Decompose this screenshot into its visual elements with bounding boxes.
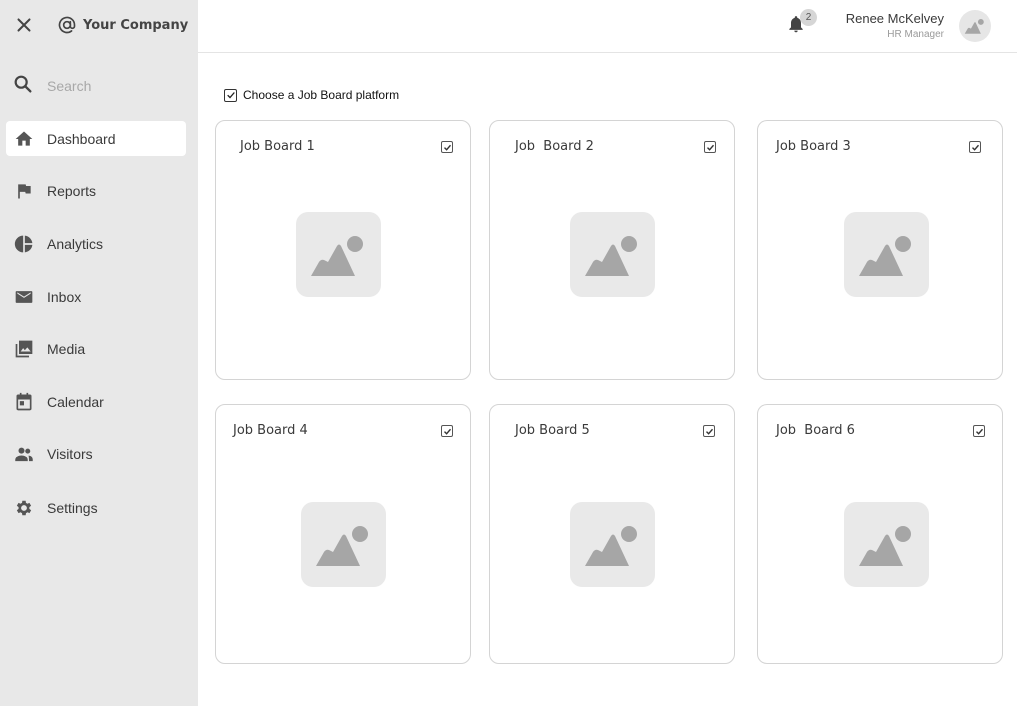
card-title: Job Board 6 xyxy=(776,423,855,438)
image-placeholder xyxy=(570,212,655,297)
calendar-icon xyxy=(13,391,35,413)
image-placeholder-icon xyxy=(858,525,911,566)
checkbox-icon xyxy=(224,88,237,102)
card-checkbox[interactable] xyxy=(704,141,716,153)
sidebar-item-calendar[interactable]: Calendar xyxy=(6,384,186,419)
user-name: Renee McKelvey xyxy=(845,11,944,26)
sidebar: Your Company Dashboard Reports Analytics… xyxy=(0,0,198,706)
photo-library-icon xyxy=(13,338,35,360)
image-placeholder-icon xyxy=(310,235,363,276)
card-checkbox[interactable] xyxy=(703,425,715,437)
close-icon[interactable] xyxy=(13,14,35,36)
people-icon xyxy=(13,443,35,465)
search-icon xyxy=(12,73,34,100)
image-placeholder xyxy=(844,502,929,587)
company-name: Your Company xyxy=(83,17,189,33)
sidebar-item-dashboard[interactable]: Dashboard xyxy=(6,121,186,156)
sidebar-item-label: Inbox xyxy=(47,288,82,305)
image-placeholder-icon xyxy=(964,19,984,34)
sidebar-item-media[interactable]: Media xyxy=(6,331,186,366)
card-title: Job Board 2 xyxy=(515,139,594,154)
top-bar: 2 Renee McKelvey HR Manager xyxy=(198,0,1017,53)
job-board-card-6[interactable]: Job Board 6 xyxy=(757,404,1003,664)
sidebar-item-label: Reports xyxy=(47,182,97,199)
sidebar-item-reports[interactable]: Reports xyxy=(6,173,186,208)
sidebar-item-label: Calendar xyxy=(47,393,104,410)
flag-icon xyxy=(13,180,35,202)
search-input[interactable] xyxy=(47,78,167,94)
choose-label: Choose a Job Board platform xyxy=(243,88,400,102)
image-placeholder-icon xyxy=(858,235,911,276)
card-title: Job Board 4 xyxy=(233,423,308,438)
card-checkbox[interactable] xyxy=(441,425,453,437)
card-title: Job Board 5 xyxy=(515,423,590,438)
job-board-card-2[interactable]: Job Board 2 xyxy=(489,120,735,380)
card-checkbox[interactable] xyxy=(441,141,453,153)
sidebar-header: Your Company xyxy=(0,0,198,50)
image-placeholder xyxy=(570,502,655,587)
avatar[interactable] xyxy=(959,10,991,42)
sidebar-item-label: Settings xyxy=(47,499,98,516)
image-placeholder-icon xyxy=(584,235,637,276)
image-placeholder xyxy=(844,212,929,297)
at-sign-icon xyxy=(57,15,77,35)
notification-badge: 2 xyxy=(800,9,817,26)
sidebar-item-label: Visitors xyxy=(47,445,93,462)
gear-icon xyxy=(13,497,35,519)
sidebar-item-inbox[interactable]: Inbox xyxy=(6,279,186,314)
card-checkbox[interactable] xyxy=(969,141,981,153)
card-title: Job Board 3 xyxy=(776,139,851,154)
image-placeholder xyxy=(296,212,381,297)
job-board-card-4[interactable]: Job Board 4 xyxy=(215,404,471,664)
sidebar-item-settings[interactable]: Settings xyxy=(6,490,186,525)
home-icon xyxy=(13,128,35,150)
image-placeholder xyxy=(301,502,386,587)
pie-chart-icon xyxy=(13,233,35,255)
job-board-card-5[interactable]: Job Board 5 xyxy=(489,404,735,664)
job-board-card-3[interactable]: Job Board 3 xyxy=(757,120,1003,380)
sidebar-item-visitors[interactable]: Visitors xyxy=(6,436,186,471)
image-placeholder-icon xyxy=(315,525,368,566)
sidebar-item-label: Analytics xyxy=(47,235,104,252)
sidebar-item-label: Media xyxy=(47,340,86,357)
brand[interactable]: Your Company xyxy=(57,14,188,36)
mail-icon xyxy=(13,286,35,308)
choose-job-board-checkbox[interactable]: Choose a Job Board platform xyxy=(224,88,399,102)
card-title: Job Board 1 xyxy=(240,139,315,154)
sidebar-item-label: Dashboard xyxy=(47,130,116,147)
search-box[interactable] xyxy=(12,74,186,98)
card-checkbox[interactable] xyxy=(973,425,985,437)
user-role: HR Manager xyxy=(887,29,944,40)
sidebar-item-analytics[interactable]: Analytics xyxy=(6,226,186,261)
job-board-card-1[interactable]: Job Board 1 xyxy=(215,120,471,380)
image-placeholder-icon xyxy=(584,525,637,566)
